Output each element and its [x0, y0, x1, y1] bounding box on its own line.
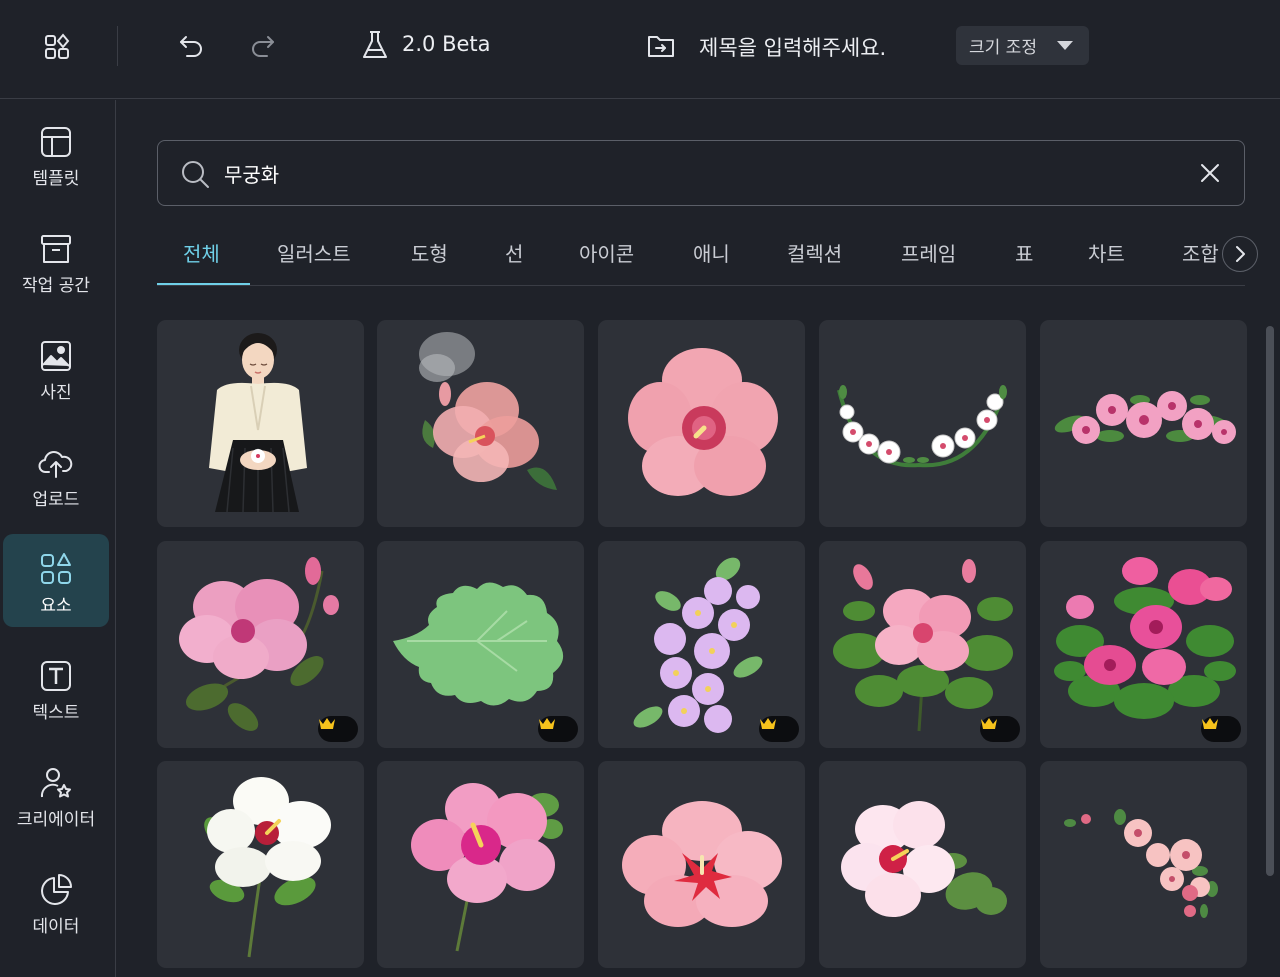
redo-icon[interactable] [246, 30, 280, 62]
result-card[interactable] [598, 320, 805, 527]
white-hibiscus-stem [204, 777, 331, 958]
crown-icon [981, 718, 997, 729]
result-card[interactable] [377, 320, 584, 527]
search-bar [157, 140, 1245, 206]
white-flower-garland [837, 385, 1007, 468]
pink-mugunghwa-flower [628, 348, 778, 496]
archive-box-icon [41, 235, 71, 263]
result-card[interactable] [377, 541, 584, 748]
resize-dropdown[interactable]: 크기 조정 [956, 26, 1089, 65]
top-bar-divider [117, 26, 118, 66]
watercolor-pink-hibiscus [419, 332, 557, 490]
tab-frame[interactable]: 프레임 [901, 238, 956, 267]
document-title[interactable]: 제목을 입력해주세요. [699, 32, 886, 62]
folder-move-icon[interactable] [644, 30, 678, 62]
sidebar: 템플릿 작업 공간 사진 업로드 요소 텍스트 크리에이터 데이터 [0, 100, 116, 977]
crown-icon [760, 718, 776, 729]
result-card[interactable] [1040, 761, 1247, 968]
version-label: 2.0 Beta [402, 32, 491, 56]
result-card[interactable] [1040, 320, 1247, 527]
category-tabs: 전체 일러스트 도형 선 아이콘 애니 컬렉션 프레임 표 차트 조합 [157, 226, 1245, 286]
sidebar-item-photos[interactable]: 사진 [3, 321, 109, 414]
tab-combination[interactable]: 조합 [1182, 238, 1219, 267]
crown-icon [1202, 718, 1218, 729]
sidebar-item-text[interactable]: 텍스트 [3, 641, 109, 734]
result-card[interactable] [157, 320, 364, 527]
sidebar-item-label: 작업 공간 [22, 276, 90, 296]
crown-icon [319, 718, 335, 729]
magenta-hibiscus-stem [411, 783, 563, 952]
result-card[interactable] [819, 761, 1026, 968]
tab-animation[interactable]: 애니 [693, 238, 730, 267]
chevron-right-icon [1236, 246, 1245, 262]
sidebar-item-template[interactable]: 템플릿 [3, 107, 109, 200]
search-input[interactable] [224, 155, 1124, 191]
crown-icon [539, 718, 555, 729]
sidebar-item-label: 텍스트 [32, 703, 80, 723]
editor-app: 2.0 Beta 제목을 입력해주세요. 크기 조정 템플릿 작업 공간 사진 … [0, 0, 1280, 977]
tab-table[interactable]: 표 [1015, 238, 1033, 267]
active-tab-indicator [157, 283, 250, 285]
sidebar-item-label: 업로드 [32, 490, 80, 510]
sidebar-item-label: 요소 [40, 596, 72, 616]
clear-search-icon[interactable] [1198, 161, 1222, 189]
tab-icons[interactable]: 아이콘 [579, 238, 634, 267]
premium-crown-badge [980, 716, 1020, 742]
result-card[interactable] [157, 541, 364, 748]
sidebar-item-data[interactable]: 데이터 [3, 855, 109, 948]
cloud-upload-icon [38, 451, 73, 478]
result-card[interactable] [819, 320, 1026, 527]
resize-label: 크기 조정 [969, 38, 1037, 58]
result-card[interactable] [157, 761, 364, 968]
results-scrollbar[interactable] [1266, 326, 1274, 876]
tab-lines[interactable]: 선 [505, 238, 523, 267]
premium-crown-badge [538, 716, 578, 742]
tabs-next-button[interactable] [1222, 236, 1258, 272]
shapes-icon [41, 553, 71, 584]
tab-collection[interactable]: 컬렉션 [787, 238, 842, 267]
scattered-pink-blossoms [1064, 809, 1218, 918]
flask-icon [358, 28, 392, 62]
top-bar: 2.0 Beta 제목을 입력해주세요. 크기 조정 [0, 0, 1280, 99]
tab-illustration[interactable]: 일러스트 [277, 238, 351, 267]
result-card[interactable] [598, 541, 805, 748]
sidebar-item-label: 템플릿 [32, 169, 80, 189]
premium-crown-badge [759, 716, 799, 742]
results-grid [157, 320, 1247, 977]
premium-crown-badge [1201, 716, 1241, 742]
sidebar-item-label: 데이터 [32, 917, 80, 937]
sidebar-item-elements[interactable]: 요소 [3, 534, 109, 627]
premium-crown-badge [318, 716, 358, 742]
apps-grid-icon[interactable] [40, 30, 74, 64]
tab-chart[interactable]: 차트 [1088, 238, 1125, 267]
tab-all[interactable]: 전체 [183, 238, 220, 267]
woman-in-hanbok-illustration [209, 333, 307, 513]
image-icon [41, 341, 71, 371]
result-card[interactable] [819, 541, 1026, 748]
tab-shapes[interactable]: 도형 [411, 238, 448, 267]
result-card[interactable] [377, 761, 584, 968]
pink-flower-border [1054, 391, 1236, 444]
pink-red-center-flower [622, 801, 782, 927]
result-card[interactable] [598, 761, 805, 968]
pie-chart-icon [41, 874, 72, 905]
sidebar-item-creator[interactable]: 크리에이터 [3, 748, 109, 841]
template-icon [41, 127, 71, 157]
sidebar-item-label: 크리에이터 [16, 810, 96, 830]
chevron-down-icon [1057, 41, 1073, 50]
light-pink-hibiscus-leaves [841, 801, 1007, 917]
creator-star-icon [40, 768, 71, 798]
text-box-icon [41, 661, 71, 691]
sidebar-item-upload[interactable]: 업로드 [3, 428, 109, 521]
sidebar-item-label: 사진 [40, 383, 72, 403]
undo-icon[interactable] [174, 30, 208, 62]
result-card[interactable] [1040, 541, 1247, 748]
search-icon [180, 159, 210, 193]
sidebar-item-workspace[interactable]: 작업 공간 [3, 214, 109, 307]
